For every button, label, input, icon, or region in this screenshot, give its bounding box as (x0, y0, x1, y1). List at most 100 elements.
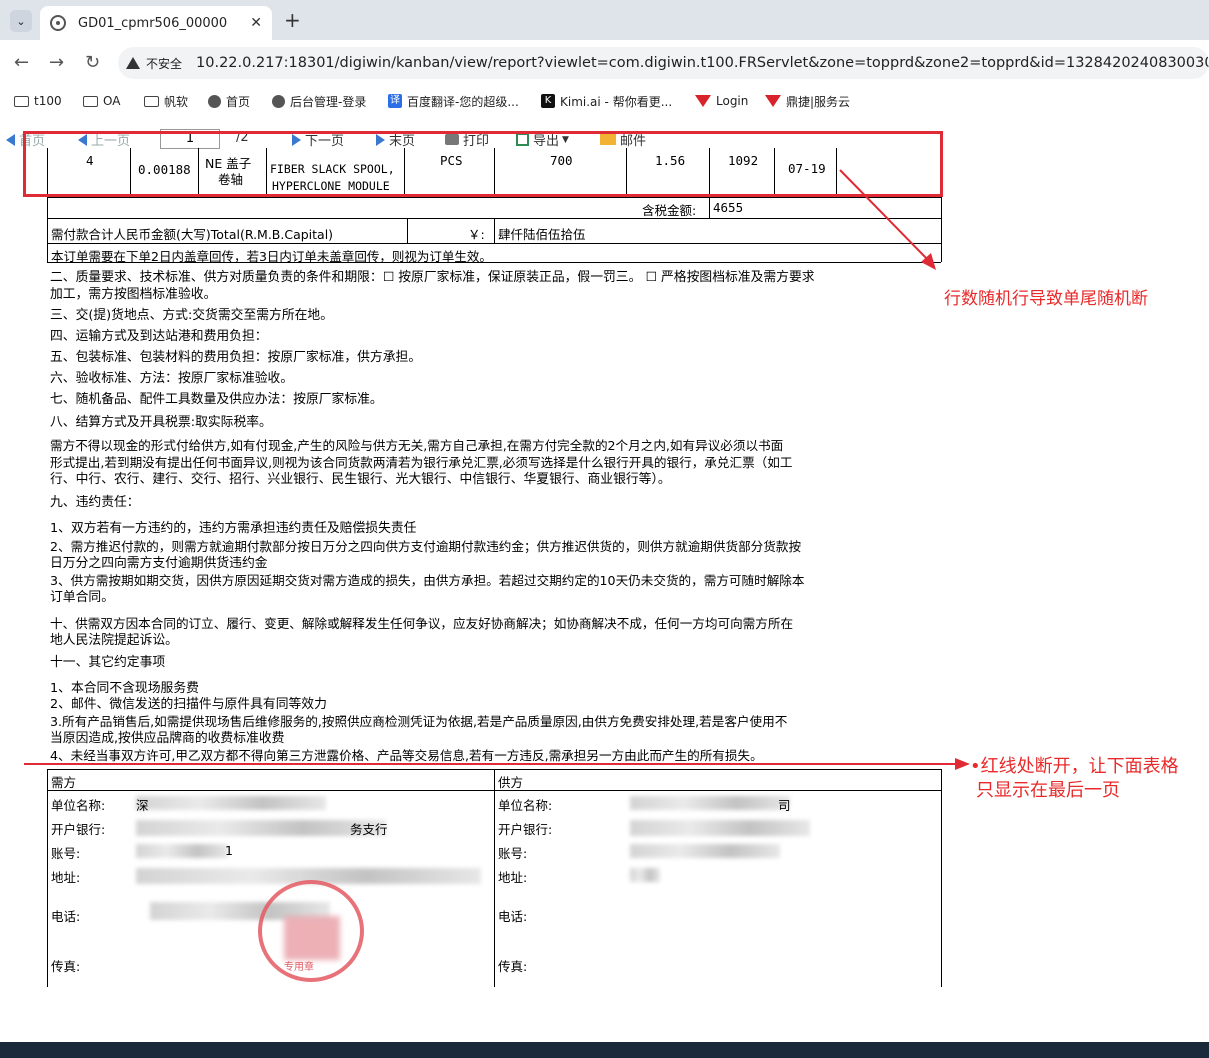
clause-line: 2、需方推迟付款的，则需方就逾期付款部分按日万分之四向供方支付逾期付款违约金；供… (50, 539, 802, 554)
bookmark-label: 百度翻译-您的超级... (407, 94, 519, 109)
buyer-field-label: 开户银行: (51, 822, 106, 837)
bookmark-oa[interactable]: OA (83, 94, 120, 108)
table-border (47, 197, 941, 198)
reload-icon[interactable]: ↻ (85, 52, 100, 73)
clause-line: 三、交(提)货地点、方式:交货需交至需方所在地。 (50, 308, 334, 323)
bookmark-label: t100 (34, 94, 62, 108)
seller-field-label: 地址: (498, 870, 528, 885)
annotation-top: 行数随机行导致单尾随机断 (944, 289, 1148, 309)
bookmark-admin[interactable]: 后台管理-登录 (272, 93, 366, 110)
url-field[interactable]: 不安全 10.22.0.217:18301/digiwin/kanban/vie… (118, 47, 1209, 79)
table-border (47, 769, 48, 987)
buyer-bank: 务支行 (350, 822, 388, 837)
highlight-box (23, 131, 943, 197)
clause-line: 当原因造成,按供应品牌商的收费标准收费 (50, 731, 285, 746)
buyer-company-name: 深 (136, 798, 149, 813)
bookmark-label: 首页 (226, 94, 251, 109)
annotation-bottom-line-2: 只显示在最后一页 (976, 780, 1120, 801)
table-border (941, 769, 942, 987)
bookmark-service-cloud[interactable]: 鼎捷|服务云 (765, 93, 850, 110)
globe-icon (50, 15, 66, 31)
close-tab-icon[interactable]: ✕ (250, 15, 262, 31)
site-info-button[interactable]: 不安全 (126, 55, 182, 72)
buyer-account: 1 (225, 843, 233, 858)
seal-text: 专用章 (284, 962, 314, 973)
kimi-icon: K (541, 94, 555, 108)
folder-icon (83, 95, 98, 107)
bookmark-fanruan[interactable]: 帆软 (144, 93, 188, 110)
tab-list-dropdown-icon[interactable]: ⌄ (10, 10, 32, 32)
tab-title: GD01_cpmr506_00000 (78, 15, 228, 31)
bookmark-label: Kimi.ai - 帮你看更... (560, 94, 673, 109)
seller-field-label: 单位名称: (498, 798, 553, 813)
redacted-text (630, 868, 660, 882)
clause-line: 需方不得以现金的形式付给供方,如有付现金,产生的风险与供方无关,需方自己承担,在… (50, 438, 784, 453)
buyer-title: 需方 (51, 775, 77, 790)
insecure-label: 不安全 (146, 56, 183, 71)
clause-line: 地人民法院提起诉讼。 (50, 633, 178, 648)
table-border (494, 218, 495, 243)
clause-line: 2、邮件、微信发送的扫描件与原件具有同等效力 (50, 697, 327, 712)
warning-icon (126, 57, 140, 69)
clause-line: 1、双方若有一方违约的，违约方需承担违约责任及赔偿损失责任 (50, 521, 417, 536)
new-tab-icon[interactable]: + (284, 8, 301, 32)
seller-field-label: 传真: (498, 959, 528, 974)
seller-field-label: 电话: (498, 909, 528, 924)
seller-title: 供方 (498, 775, 524, 790)
os-taskbar (0, 1042, 1209, 1058)
clause-line: 二、质量要求、技术标准、供方对质量负责的条件和期限：☐ 按原厂家标准，保证原装正… (50, 270, 815, 285)
bookmark-label: OA (103, 94, 121, 108)
clause-line: 五、包装标准、包装材料的费用负担：按原厂家标准，供方承担。 (50, 350, 422, 365)
forward-icon[interactable]: → (49, 52, 64, 73)
url-text: 10.22.0.217:18301/digiwin/kanban/view/re… (196, 55, 1209, 71)
bookmark-label: 鼎捷|服务云 (786, 94, 851, 109)
seal-blur (284, 916, 340, 960)
clause-line: 1、本合同不含现场服务费 (50, 681, 199, 696)
annotation-bottom-line-1: •红线处断开，让下面表格 (970, 756, 1179, 777)
bookmark-baidu-translate[interactable]: 译百度翻译-您的超级... (388, 93, 519, 110)
clause-line: 九、违约责任： (50, 495, 140, 510)
folder-icon (144, 95, 159, 107)
buyer-field-label: 账号: (51, 846, 81, 861)
dingjie-logo-icon (765, 95, 781, 107)
seller-company-name: 司 (778, 798, 791, 813)
redacted-text (630, 820, 810, 836)
table-border (494, 769, 495, 987)
buyer-field-label: 电话: (51, 909, 81, 924)
redacted-text (136, 844, 228, 858)
buyer-field-label: 传真: (51, 959, 81, 974)
first-page-icon (6, 133, 15, 146)
globe-icon (208, 94, 221, 108)
yen-label: ￥: (468, 227, 485, 242)
clause-line: 八、结算方式及开具税票:取实际税率。 (50, 415, 272, 430)
bookmark-label: 帆软 (164, 94, 189, 109)
clause-line: 日万分之四向需方支付逾期供货违约金 (50, 556, 268, 571)
bookmark-label: 后台管理-登录 (290, 94, 367, 109)
redacted-text (136, 820, 386, 836)
bookmark-t100[interactable]: t100 (14, 94, 62, 108)
buyer-field-label: 地址: (51, 870, 81, 885)
seller-field-label: 开户银行: (498, 822, 553, 837)
clause-line: 七、随机备品、配件工具数量及供应办法：按原厂家标准。 (50, 392, 383, 407)
table-border (407, 218, 408, 243)
bookmark-label: Login (716, 94, 749, 108)
redacted-text (630, 796, 790, 810)
clause-line: 形式提出,若到期没有提出任何书面异议,则视为该合同货款两清若为银行承兑汇票,必须… (50, 455, 793, 470)
seller-field-label: 账号: (498, 846, 528, 861)
browser-tab[interactable]: GD01_cpmr506_00000 ✕ (40, 6, 272, 40)
table-border (47, 243, 941, 244)
bookmark-kimi[interactable]: K Kimi.ai - 帮你看更... (541, 93, 672, 110)
clause-line: 4、未经当事双方许可,甲乙双方都不得向第三方泄露价格、产品等交易信息,若有一方违… (50, 748, 763, 763)
capital-label: 需付款合计人民币金额(大写)Total(R.M.B.Capital) (51, 227, 334, 242)
bookmarks-bar: t100 OA 帆软 首页 后台管理-登录 译百度翻译-您的超级... K Kim… (0, 86, 1209, 116)
buyer-field-label: 单位名称: (51, 798, 106, 813)
tax-amount-value: 4655 (713, 200, 744, 215)
back-icon[interactable]: ← (14, 52, 29, 73)
globe-icon (272, 94, 285, 108)
clause-line: 订单合同。 (50, 590, 114, 605)
bookmark-login[interactable]: Login (695, 94, 748, 108)
bookmark-home[interactable]: 首页 (208, 93, 250, 110)
clause-line: 十、供需双方因本合同的订立、履行、变更、解除或解释发生任何争议，应友好协商解决；… (50, 616, 794, 631)
redacted-text (630, 844, 780, 858)
folder-icon (14, 95, 29, 107)
